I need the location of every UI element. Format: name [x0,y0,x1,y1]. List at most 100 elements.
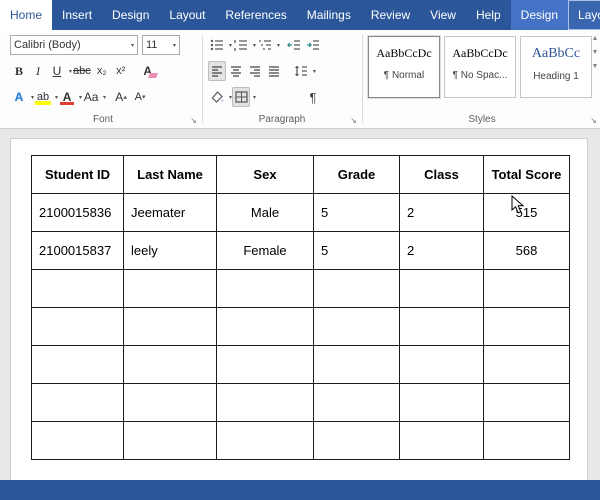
table-cell[interactable]: 2 [399,231,484,270]
font-dialog-launcher[interactable]: ↘ [190,117,197,125]
table-cell[interactable] [313,383,400,422]
table-cell[interactable]: leely [123,231,217,270]
table-cell[interactable] [399,345,484,384]
borders-dropdown-icon[interactable]: ▾ [253,94,256,101]
table-cell[interactable]: 2100015837 [31,231,124,270]
table-cell[interactable]: 5 [313,193,400,232]
tab-mailings[interactable]: Mailings [297,0,361,30]
header-sex[interactable]: Sex [216,155,314,194]
superscript-button[interactable]: x² [112,61,130,81]
table-cell[interactable] [31,345,124,384]
increase-indent-button[interactable] [304,35,322,55]
table-cell[interactable] [313,345,400,384]
table-cell[interactable] [216,421,314,460]
table-cell[interactable] [483,383,570,422]
table-cell[interactable] [31,421,124,460]
header-student-id[interactable]: Student ID [31,155,124,194]
table-cell[interactable] [313,307,400,346]
tab-references[interactable]: References [215,0,296,30]
tab-review[interactable]: Review [361,0,420,30]
table-cell[interactable] [123,421,217,460]
borders-button[interactable] [232,87,251,107]
clear-formatting-button[interactable]: A [139,61,157,81]
table-cell[interactable] [483,421,570,460]
table-cell[interactable]: 568 [483,231,570,270]
tab-table-design[interactable]: Design [511,0,568,30]
table-cell[interactable] [313,269,400,308]
table-cell[interactable] [313,421,400,460]
change-case-button[interactable]: Aa [82,87,100,107]
underline-button[interactable]: U [48,61,66,81]
show-paragraph-marks-button[interactable]: ¶ [304,87,322,107]
decrease-indent-button[interactable] [285,35,303,55]
scroll-up-icon[interactable]: ▲ [592,35,599,42]
align-left-button[interactable] [208,61,226,81]
bold-button[interactable]: B [10,61,28,81]
multilevel-list-button[interactable] [256,35,274,55]
table-cell[interactable]: 5 [313,231,400,270]
table-cell[interactable] [399,421,484,460]
shading-button[interactable] [208,87,226,107]
table-cell[interactable]: Female [216,231,314,270]
gallery-expand-icon[interactable]: ▼ [592,63,599,70]
subscript-button[interactable]: x₂ [93,61,111,81]
table-cell[interactable] [31,307,124,346]
table-cell[interactable]: 515 [483,193,570,232]
table-cell[interactable] [123,383,217,422]
tab-insert[interactable]: Insert [52,0,102,30]
table-cell[interactable] [123,345,217,384]
style-no-spacing[interactable]: AaBbCcDc ¶ No Spac... [444,36,516,98]
align-right-button[interactable] [246,61,264,81]
font-name-combobox[interactable]: Calibri (Body) ▾ [10,35,138,55]
style-heading-1[interactable]: AaBbCc Heading 1 [520,36,592,98]
tab-home[interactable]: Home [0,0,53,30]
styles-gallery-scrollbar[interactable]: ▲ ▼ ▼ [590,35,600,70]
bullets-button[interactable] [208,35,226,55]
table-cell[interactable]: 2100015836 [31,193,124,232]
table-cell[interactable] [123,307,217,346]
paragraph-dialog-launcher[interactable]: ↘ [350,117,357,125]
strikethrough-button[interactable]: abc [72,61,92,81]
table-cell[interactable] [399,269,484,308]
header-grade[interactable]: Grade [313,155,400,194]
shrink-font-button[interactable]: A ▾ [131,87,149,107]
font-size-combobox[interactable]: 11 ▾ [142,35,180,55]
change-case-dropdown-icon[interactable]: ▾ [103,94,106,101]
table-cell[interactable] [31,269,124,308]
table-cell[interactable] [483,269,570,308]
table-cell[interactable] [31,383,124,422]
table-cell[interactable] [123,269,217,308]
justify-button[interactable] [265,61,283,81]
table-cell[interactable] [216,383,314,422]
tab-table-layout[interactable]: Layout [568,0,600,30]
header-class[interactable]: Class [399,155,484,194]
tab-view[interactable]: View [420,0,466,30]
grow-font-button[interactable]: A ▴ [112,87,130,107]
table-cell[interactable] [483,307,570,346]
style-normal[interactable]: AaBbCcDc ¶ Normal [367,35,441,99]
scroll-down-icon[interactable]: ▼ [592,49,599,56]
font-color-button[interactable]: A [58,87,76,107]
tab-layout[interactable]: Layout [159,0,215,30]
document-page[interactable]: Student ID Last Name Sex Grade Class Tot… [10,138,588,480]
line-spacing-button[interactable] [292,61,310,81]
tab-design[interactable]: Design [102,0,159,30]
table-cell[interactable] [399,383,484,422]
table-cell[interactable] [399,307,484,346]
header-total-score[interactable]: Total Score [483,155,570,194]
table-cell[interactable] [216,345,314,384]
multilevel-dropdown-icon[interactable]: ▾ [277,42,280,49]
align-center-button[interactable] [227,61,245,81]
table-cell[interactable]: Male [216,193,314,232]
table-cell[interactable] [216,269,314,308]
text-effects-button[interactable]: A [10,87,28,107]
table-cell[interactable] [483,345,570,384]
styles-dialog-launcher[interactable]: ↘ [590,117,597,125]
table-cell[interactable]: 2 [399,193,484,232]
italic-button[interactable]: I [29,61,47,81]
table-cell[interactable]: Jeemater [123,193,217,232]
numbering-button[interactable] [232,35,250,55]
tab-help[interactable]: Help [466,0,511,30]
table-cell[interactable] [216,307,314,346]
highlight-color-button[interactable]: ab [34,87,52,107]
